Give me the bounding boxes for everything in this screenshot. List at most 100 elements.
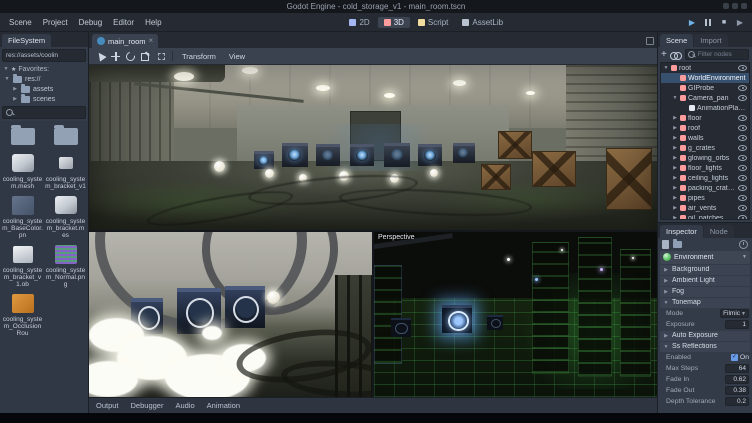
visibility-eye-icon[interactable]	[738, 125, 747, 131]
new-resource-icon[interactable]	[662, 240, 669, 249]
property-spinbox[interactable]: 64	[725, 364, 749, 373]
chevron-right-icon[interactable]: ▶	[672, 185, 678, 191]
scene-node-worldenvironment[interactable]: WorldEnvironment	[661, 73, 749, 83]
bottom-panel-animation[interactable]: Animation	[207, 401, 240, 410]
viewport-perspective-view[interactable]: Perspective	[374, 232, 657, 397]
visibility-eye-icon[interactable]	[738, 175, 747, 181]
file-cooling-syste-m-normal-png[interactable]: cooling_syste m_Normal.png	[45, 242, 86, 288]
chevron-right-icon[interactable]: ▶	[672, 145, 678, 151]
workspace-tab-script[interactable]: Script	[412, 17, 454, 28]
file-cooling-syste-m-bracket-v1[interactable]: cooling_syste m_bracket_v1	[45, 151, 86, 190]
chevron-right-icon[interactable]: ▶	[672, 215, 678, 220]
file-cooling-syste-m-basecolor-pn[interactable]: cooling_syste m_BaseColor.pn	[2, 193, 43, 239]
inspector-section-auto-exposure[interactable]: ▶Auto Exposure	[660, 331, 750, 341]
fstree-item-scenes[interactable]: ▶scenes	[0, 94, 88, 104]
pause-button[interactable]	[702, 16, 714, 28]
scene-node-floor[interactable]: ▶floor	[661, 113, 749, 123]
menu-help[interactable]: Help	[140, 16, 166, 29]
chevron-right-icon[interactable]: ▶	[672, 125, 678, 131]
viewport-perspective-label[interactable]: Perspective	[378, 234, 415, 241]
close-tab-icon[interactable]: ×	[149, 37, 154, 45]
maximize-button[interactable]	[732, 3, 738, 9]
scene-node-animationplayer[interactable]: AnimationPlayer	[661, 103, 749, 113]
scene-node-oil-patches[interactable]: ▶oil_patches	[661, 213, 749, 220]
fstree-item-res[interactable]: ▼res://	[0, 74, 88, 84]
tab-node[interactable]: Node	[704, 225, 734, 238]
checkbox-checked-icon[interactable]: ✓	[731, 354, 738, 361]
chevron-down-icon[interactable]: ▼	[672, 95, 678, 101]
inspector-section-tonemap[interactable]: ▼Tonemap	[660, 298, 750, 308]
view-menu[interactable]: View	[225, 51, 249, 62]
tab-inspector[interactable]: Inspector	[660, 225, 703, 238]
chevron-right-icon[interactable]: ▶	[672, 135, 678, 141]
file-folder-0[interactable]	[2, 124, 43, 148]
workspace-tab-assetlib[interactable]: AssetLib	[456, 17, 509, 28]
viewport-bottom-left-view[interactable]	[89, 232, 372, 397]
menu-editor[interactable]: Editor	[108, 16, 139, 29]
scene-node-roof[interactable]: ▶roof	[661, 123, 749, 133]
resource-selector[interactable]: Environment ▼	[660, 251, 750, 264]
chevron-right-icon[interactable]: ▶	[672, 155, 678, 161]
select-tool-icon[interactable]	[94, 51, 105, 62]
property-dropdown[interactable]: Filmic▼	[720, 309, 749, 318]
transform-menu[interactable]: Transform	[178, 51, 220, 62]
load-resource-icon[interactable]	[673, 241, 682, 248]
add-node-button[interactable]: +	[661, 50, 667, 60]
chevron-right-icon[interactable]: ▶	[672, 195, 678, 201]
chevron-right-icon[interactable]: ▶	[672, 115, 678, 121]
bottom-panel-debugger[interactable]: Debugger	[131, 401, 164, 410]
bottom-panel-audio[interactable]: Audio	[175, 401, 194, 410]
scene-node-giprobe[interactable]: GIProbe	[661, 83, 749, 93]
fstree-item-assets[interactable]: ▶assets	[0, 84, 88, 94]
scene-node-camera-pan[interactable]: ▼Camera_pan	[661, 93, 749, 103]
scene-node-ceiling-lights[interactable]: ▶ceiling_lights	[661, 173, 749, 183]
viewport-top-view[interactable]	[89, 65, 657, 230]
scene-node-packing-crates-and[interactable]: ▶packing_crates_and	[661, 183, 749, 193]
inspector-section-ambient-light[interactable]: ▶Ambient Light	[660, 276, 750, 286]
favorites-header[interactable]: ▼ ★ Favorites:	[0, 64, 88, 74]
scene-node-pipes[interactable]: ▶pipes	[661, 193, 749, 203]
chevron-right-icon[interactable]: ▶	[672, 205, 678, 211]
visibility-eye-icon[interactable]	[738, 195, 747, 201]
bottom-panel-output[interactable]: Output	[96, 401, 119, 410]
history-icon[interactable]	[739, 240, 748, 249]
menu-project[interactable]: Project	[38, 16, 73, 29]
chevron-right-icon[interactable]: ▶	[672, 165, 678, 171]
file-cooling-syste-m-bracket-v1-ob[interactable]: cooling_syste m_bracket_v1.ob	[2, 242, 43, 288]
minimize-button[interactable]	[723, 3, 729, 9]
region-select-icon[interactable]	[156, 51, 167, 62]
scene-node-g-crates[interactable]: ▶g_crates	[661, 143, 749, 153]
file-cooling-syste-m-occlusionrou[interactable]: cooling_syste m_OcclusionRou	[2, 291, 43, 337]
tab-filesystem[interactable]: FileSystem	[2, 34, 51, 47]
property-spinbox[interactable]: 0.38	[725, 386, 749, 395]
scene-node-glowing-orbs[interactable]: ▶glowing_orbs	[661, 153, 749, 163]
rotate-tool-icon[interactable]	[124, 50, 137, 63]
visibility-eye-icon[interactable]	[738, 85, 747, 91]
menu-debug[interactable]: Debug	[74, 16, 108, 29]
chevron-down-icon[interactable]: ▼	[4, 76, 10, 82]
property-spinbox[interactable]: 0.62	[725, 375, 749, 384]
visibility-eye-icon[interactable]	[738, 145, 747, 151]
chevron-down-icon[interactable]: ▼	[663, 65, 669, 71]
workspace-tab-3d[interactable]: 3D	[378, 17, 410, 28]
search-files-input[interactable]	[17, 109, 82, 116]
scene-node-walls[interactable]: ▶walls	[661, 133, 749, 143]
chevron-right-icon[interactable]: ▶	[672, 175, 678, 181]
visibility-eye-icon[interactable]	[738, 115, 747, 121]
move-tool-icon[interactable]	[110, 51, 121, 62]
close-window-button[interactable]	[741, 3, 747, 9]
file-cooling-syste-m-mesh[interactable]: cooling_syste m.mesh	[2, 151, 43, 190]
play-button[interactable]: ▶	[686, 16, 698, 28]
chevron-right-icon[interactable]: ▶	[12, 86, 18, 92]
play-scene-button[interactable]: ▶	[734, 16, 746, 28]
visibility-eye-icon[interactable]	[738, 215, 747, 220]
visibility-eye-icon[interactable]	[738, 155, 747, 161]
scene-node-air-vents[interactable]: ▶air_vents	[661, 203, 749, 213]
file-folder-1[interactable]	[45, 124, 86, 148]
scene-node-floor-lights[interactable]: ▶floor_lights	[661, 163, 749, 173]
stop-button[interactable]: ■	[718, 16, 730, 28]
inspector-section-fog[interactable]: ▶Fog	[660, 287, 750, 297]
property-spinbox[interactable]: 0.2	[725, 397, 749, 406]
scale-tool-icon[interactable]	[140, 51, 151, 62]
workspace-tab-2d[interactable]: 2D	[343, 17, 375, 28]
